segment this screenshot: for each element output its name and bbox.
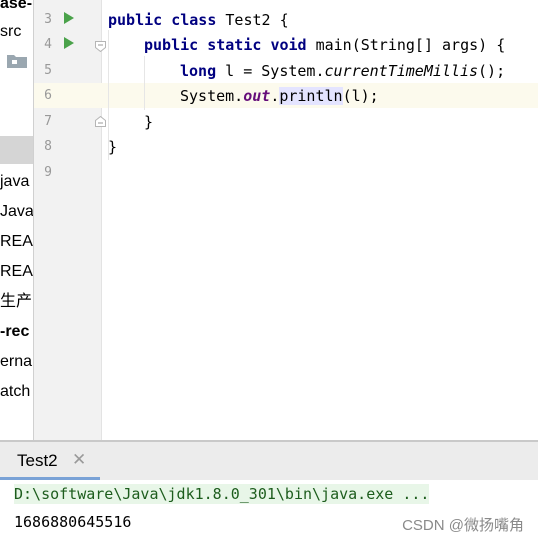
code-line-3[interactable]: public class Test2 { — [108, 10, 289, 30]
line-number: 4 — [44, 37, 52, 52]
tree-item[interactable]: REA — [0, 232, 33, 252]
code-line-6[interactable]: System.out.println(l); — [180, 86, 379, 106]
code-text: (); — [478, 62, 506, 80]
run-tab-label: Test2 — [17, 451, 58, 470]
tree-selected-row[interactable] — [0, 136, 34, 164]
indent-guide — [144, 56, 145, 110]
console-output-line[interactable]: 1686880645516 — [14, 512, 131, 532]
keyword: void — [270, 36, 307, 54]
static-field: out — [243, 87, 271, 105]
keyword: static — [207, 36, 262, 54]
tree-item[interactable]: java — [0, 172, 29, 192]
tree-item[interactable]: Java — [0, 202, 34, 222]
project-tree-panel: ase- src java Java REA REA 生产 -rec erna … — [0, 0, 34, 440]
code-line-8[interactable]: } — [108, 137, 117, 157]
watermark: CSDN @微扬嘴角 — [402, 517, 524, 534]
code-text: Test2 { — [216, 11, 289, 29]
line-number: 6 — [44, 88, 52, 103]
console-command-line[interactable]: D:\software\Java\jdk1.8.0_301\bin\java.e… — [14, 484, 430, 504]
line-number: 8 — [44, 139, 52, 154]
method-usage-highlight: println — [279, 87, 343, 105]
close-icon[interactable]: ✕ — [72, 450, 86, 470]
folder-icon — [7, 55, 27, 68]
tree-item-src[interactable]: src — [0, 22, 21, 42]
line-number: 3 — [44, 12, 52, 27]
code-text: . — [270, 87, 280, 105]
run-tab-bar: Test2 ✕ — [0, 442, 538, 480]
tree-item[interactable]: erna — [0, 352, 32, 372]
fold-open-icon[interactable] — [95, 41, 106, 52]
closing-brace: } — [108, 138, 118, 156]
tree-item[interactable]: atch — [0, 382, 30, 402]
gutter-edge — [101, 0, 102, 440]
fold-close-icon[interactable] — [95, 116, 106, 127]
keyword: class — [171, 11, 217, 29]
run-main-icon[interactable] — [64, 37, 74, 49]
static-method: currentTimeMillis — [324, 62, 479, 80]
tree-item[interactable]: -rec — [0, 322, 29, 342]
code-text: l = System. — [216, 62, 325, 80]
run-class-icon[interactable] — [64, 12, 74, 24]
line-number: 5 — [44, 63, 52, 78]
tree-item-module[interactable]: ase- — [0, 0, 32, 14]
run-tab-test2[interactable]: Test2 ✕ — [0, 442, 100, 480]
keyword: public — [144, 36, 199, 54]
keyword: public — [108, 11, 163, 29]
code-text: main(String[] args) { — [306, 36, 506, 54]
line-number: 7 — [44, 114, 52, 129]
code-line-4[interactable]: public static void main(String[] args) { — [144, 35, 505, 55]
tree-item[interactable]: 生产 — [0, 292, 32, 312]
closing-brace: } — [144, 113, 154, 131]
tree-item[interactable]: REA — [0, 262, 33, 282]
line-number: 9 — [44, 165, 52, 180]
code-text: (l); — [342, 87, 379, 105]
code-line-5[interactable]: long l = System.currentTimeMillis(); — [180, 61, 505, 81]
code-line-7[interactable]: } — [144, 112, 153, 132]
keyword: long — [180, 62, 217, 80]
code-text: System. — [180, 87, 244, 105]
